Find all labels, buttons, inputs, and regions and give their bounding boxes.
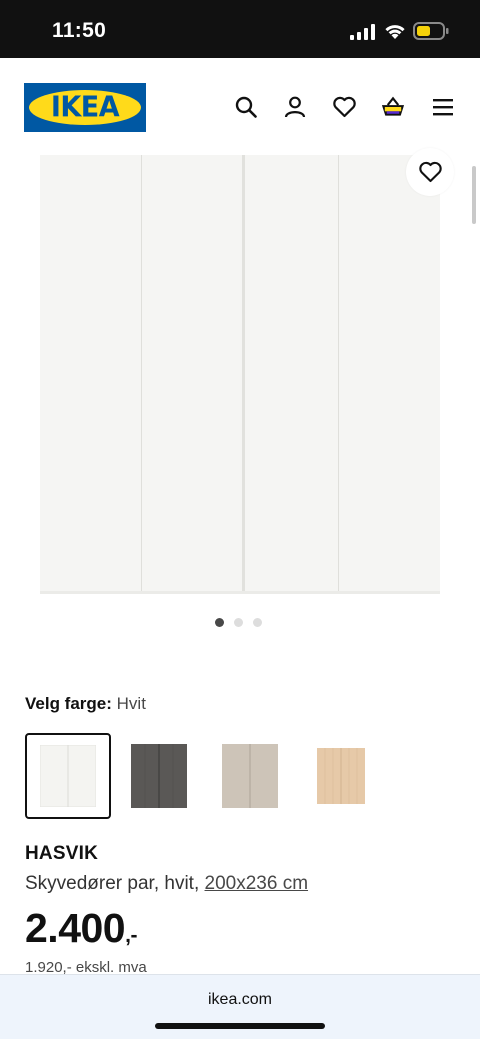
product-price: 2.400,- bbox=[25, 905, 137, 952]
selected-color-name: Hvit bbox=[116, 694, 146, 713]
url-text[interactable]: ikea.com bbox=[0, 991, 480, 1009]
swatch-light-oak-image bbox=[317, 748, 365, 804]
search-icon bbox=[235, 96, 257, 118]
product-description: Skyvedører par, hvit, 200x236 cm bbox=[25, 873, 308, 895]
cart-icon bbox=[381, 96, 405, 116]
gallery-pagination bbox=[215, 618, 262, 628]
swatch-dark-grey[interactable] bbox=[116, 733, 202, 819]
gallery-dot[interactable] bbox=[215, 618, 224, 627]
swatch-beige-image bbox=[222, 744, 278, 808]
menu-button[interactable] bbox=[430, 94, 456, 120]
favourites-button[interactable] bbox=[331, 94, 357, 120]
account-button[interactable] bbox=[282, 94, 308, 120]
status-bar: 11:50 bbox=[0, 0, 480, 58]
floor-shadow bbox=[40, 591, 440, 594]
gallery-dot[interactable] bbox=[253, 618, 262, 627]
menu-icon bbox=[433, 99, 453, 116]
product-size-link[interactable]: 200x236 cm bbox=[205, 873, 309, 894]
status-time: 11:50 bbox=[52, 19, 107, 42]
wifi-icon bbox=[385, 25, 405, 39]
door-left bbox=[40, 155, 243, 594]
price-value: 2.400 bbox=[25, 905, 126, 951]
browser-url-bar[interactable]: ikea.com bbox=[0, 974, 480, 1039]
cart-button[interactable] bbox=[380, 94, 406, 120]
signal-icon bbox=[350, 24, 375, 40]
panel-line bbox=[338, 155, 339, 594]
panel-line bbox=[141, 155, 142, 594]
price-suffix: ,- bbox=[125, 924, 137, 947]
swatch-light-oak[interactable] bbox=[298, 733, 384, 819]
ikea-logo[interactable]: IKEA bbox=[24, 83, 146, 132]
swatch-white[interactable] bbox=[25, 733, 111, 819]
battery-icon bbox=[413, 22, 449, 40]
color-label: Velg farge: Hvit bbox=[25, 694, 146, 714]
home-indicator[interactable] bbox=[155, 1023, 325, 1029]
door-right bbox=[244, 155, 440, 594]
swatch-beige[interactable] bbox=[207, 733, 293, 819]
heart-icon bbox=[418, 161, 442, 183]
page-scrollbar[interactable] bbox=[472, 166, 476, 224]
product-name: HASVIK bbox=[25, 843, 98, 864]
account-icon bbox=[284, 96, 306, 118]
swatch-white-image bbox=[40, 745, 96, 807]
save-to-favourites-button[interactable] bbox=[406, 148, 454, 196]
product-description-text: Skyvedører par, hvit, bbox=[25, 873, 200, 894]
product-image[interactable] bbox=[40, 155, 440, 594]
heart-icon bbox=[332, 96, 356, 118]
logo-text: IKEA bbox=[50, 91, 120, 124]
swatch-dark-grey-image bbox=[131, 744, 187, 808]
search-button[interactable] bbox=[233, 94, 259, 120]
color-label-title: Velg farge: bbox=[25, 694, 112, 713]
gallery-dot[interactable] bbox=[234, 618, 243, 627]
site-header: IKEA bbox=[0, 58, 480, 154]
door-gap bbox=[242, 155, 245, 594]
